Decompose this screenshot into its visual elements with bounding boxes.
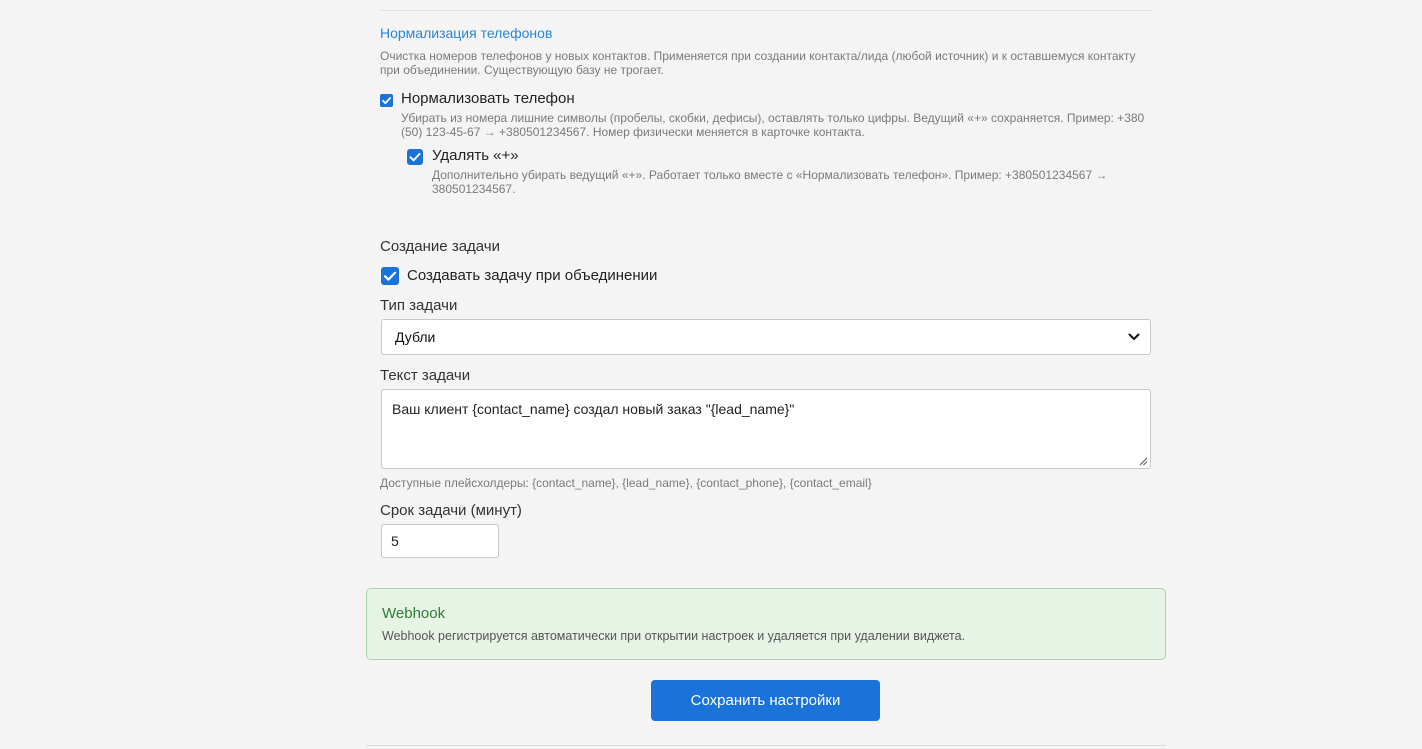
checkmark-icon bbox=[382, 97, 392, 105]
save-settings-button[interactable]: Сохранить настройки bbox=[651, 680, 880, 721]
phone-normalization-title: Нормализация телефонов bbox=[380, 25, 553, 41]
webhook-title: Webhook bbox=[382, 605, 446, 622]
remove-plus-checkbox[interactable] bbox=[407, 149, 423, 165]
divider bbox=[380, 10, 1152, 11]
checkmark-icon bbox=[383, 271, 397, 281]
task-type-value: Дубли bbox=[395, 329, 436, 345]
settings-page: Нормализация телефонов Очистка номеров т… bbox=[0, 0, 1422, 749]
webhook-text: Webhook регистрируется автоматически при… bbox=[382, 629, 966, 643]
task-text-value: Ваш клиент {contact_name} создал новый з… bbox=[392, 401, 795, 417]
task-deadline-input[interactable]: 5 bbox=[381, 524, 499, 558]
phone-normalization-description: Очистка номеров телефонов у новых контак… bbox=[380, 49, 1136, 77]
normalize-phone-label: Нормализовать телефон bbox=[401, 90, 575, 107]
task-creation-title: Создание задачи bbox=[380, 238, 500, 255]
task-text-textarea[interactable]: Ваш клиент {contact_name} создал новый з… bbox=[381, 389, 1151, 469]
resize-handle-icon[interactable] bbox=[1138, 456, 1148, 466]
remove-plus-label: Удалять «+» bbox=[432, 147, 519, 164]
create-task-checkbox[interactable] bbox=[381, 267, 399, 285]
divider bbox=[366, 745, 1166, 746]
normalize-phone-option[interactable]: Нормализовать телефон Убирать из номера … bbox=[380, 90, 1150, 139]
remove-plus-option[interactable]: Удалять «+» Дополнительно убирать ведущи… bbox=[407, 147, 1137, 196]
placeholders-hint: Доступные плейсхолдеры: {contact_name}, … bbox=[380, 476, 872, 490]
normalize-phone-hint: Убирать из номера лишние символы (пробел… bbox=[401, 111, 1145, 139]
task-type-select[interactable]: Дубли bbox=[381, 319, 1151, 355]
normalize-phone-checkbox[interactable] bbox=[380, 94, 393, 107]
task-deadline-label: Срок задачи (минут) bbox=[380, 502, 522, 519]
task-type-label: Тип задачи bbox=[380, 297, 458, 314]
create-task-label: Создавать задачу при объединении bbox=[407, 267, 658, 284]
checkmark-icon bbox=[409, 153, 421, 162]
task-text-label: Текст задачи bbox=[380, 367, 471, 384]
remove-plus-hint: Дополнительно убирать ведущий «+». Работ… bbox=[432, 168, 1108, 196]
webhook-info-box: Webhook Webhook регистрируется автоматич… bbox=[366, 588, 1166, 660]
chevron-down-icon bbox=[1128, 333, 1140, 340]
create-task-option[interactable]: Создавать задачу при объединении bbox=[381, 267, 657, 285]
